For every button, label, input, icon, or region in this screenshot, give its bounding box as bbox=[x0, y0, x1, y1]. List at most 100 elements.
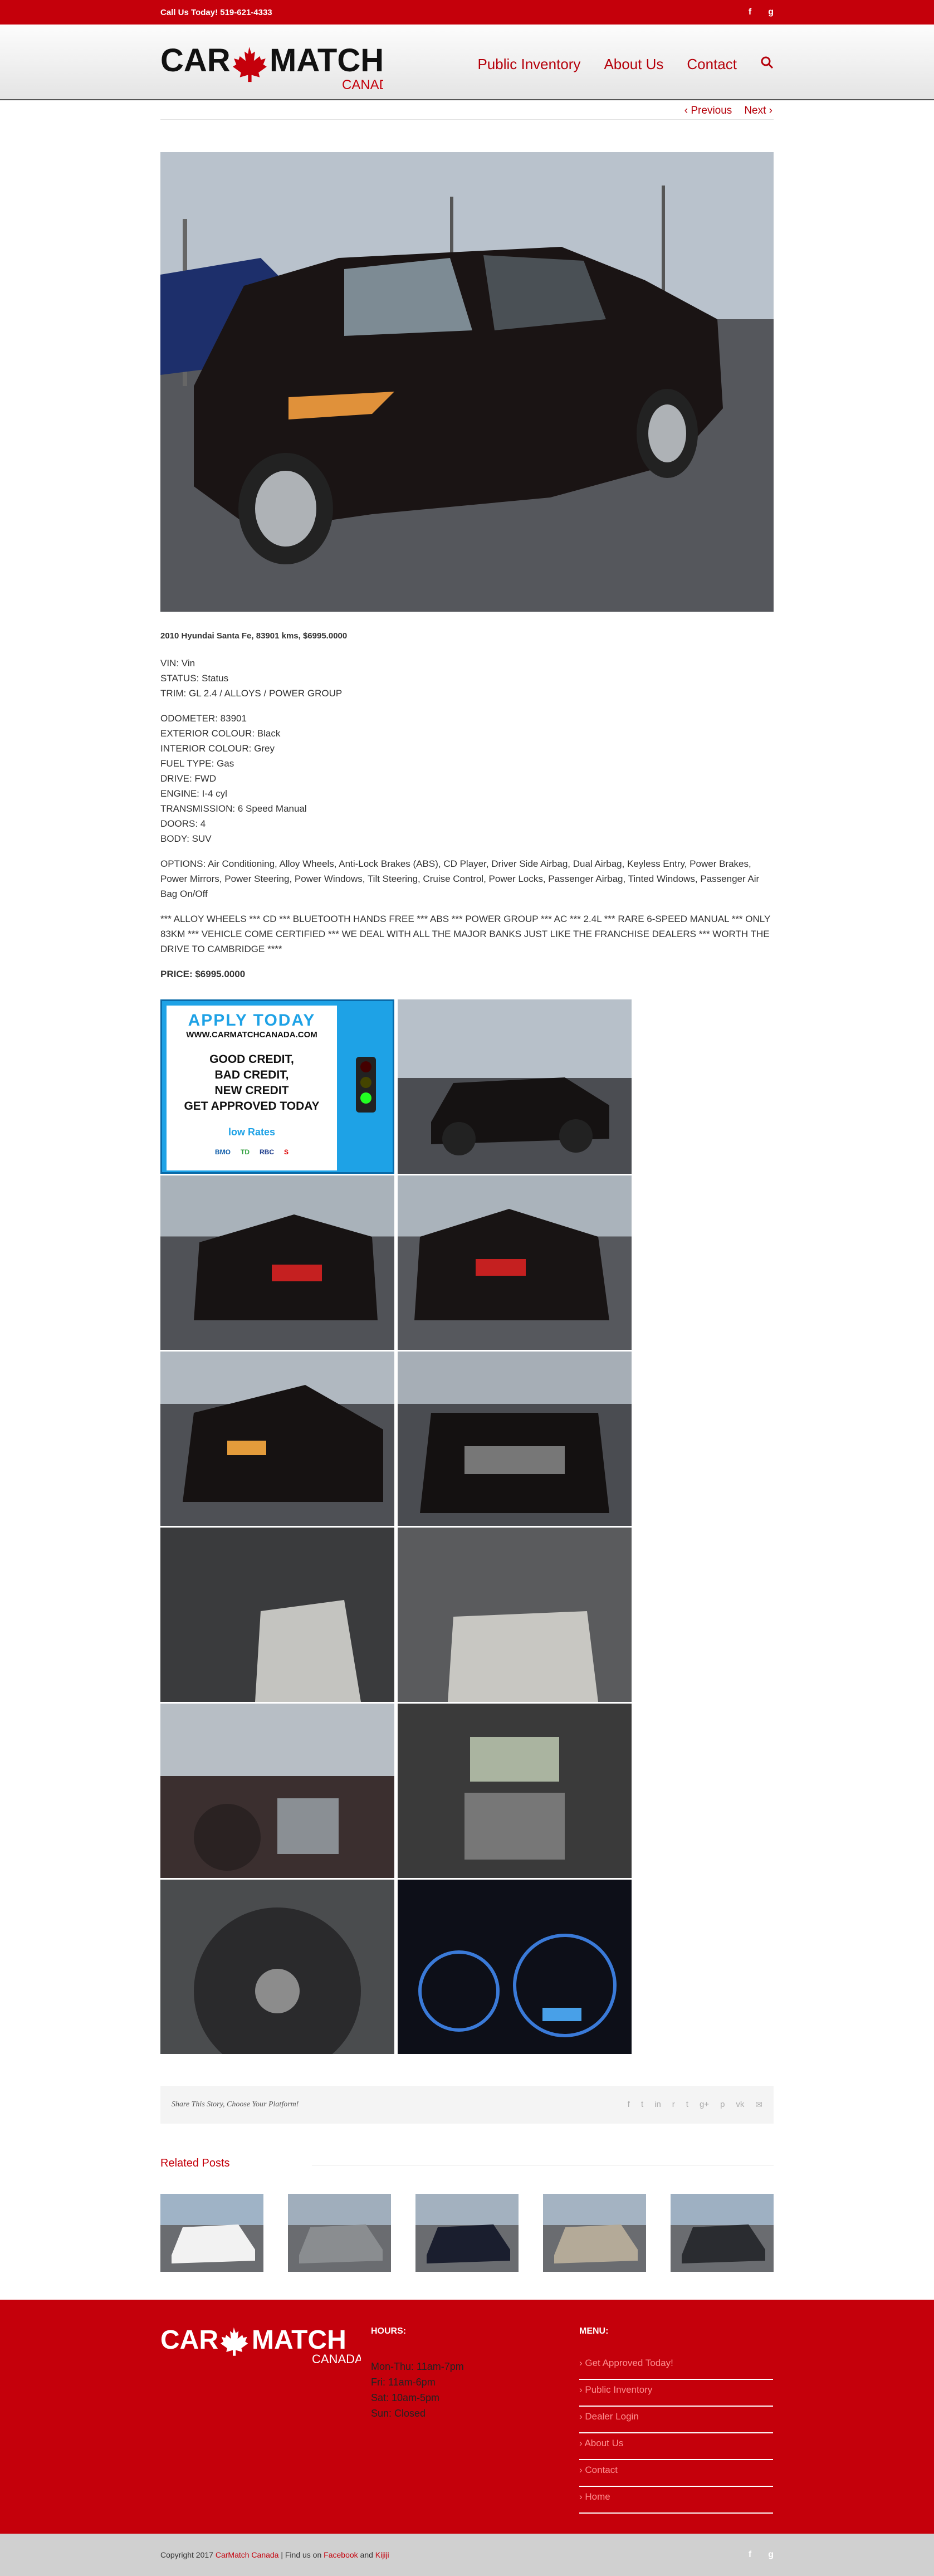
related-post[interactable] bbox=[415, 2194, 519, 2272]
brand-link[interactable]: CarMatch Canada bbox=[216, 2550, 279, 2559]
gallery-photo[interactable] bbox=[398, 1352, 632, 1526]
facebook-icon[interactable]: f bbox=[749, 2550, 751, 2560]
transmission-line: TRANSMISSION: 6 Speed Manual bbox=[160, 803, 307, 814]
share-bar: Share This Story, Choose Your Platform! … bbox=[160, 2086, 774, 2124]
gallery-photo[interactable] bbox=[398, 1880, 632, 2054]
menu-title: MENU: bbox=[579, 2326, 609, 2336]
nav-about-us[interactable]: About Us bbox=[604, 56, 663, 73]
bottom-bar: Copyright 2017 CarMatch Canada | Find us… bbox=[0, 2534, 934, 2576]
doors-line: DOORS: 4 bbox=[160, 818, 206, 829]
next-link[interactable]: Next › bbox=[744, 105, 772, 117]
traffic-light-icon bbox=[356, 1057, 376, 1113]
linkedin-share-icon[interactable]: in bbox=[654, 2100, 661, 2110]
site-header: CAR MATCH CANADA Public Inventory About … bbox=[0, 25, 934, 100]
photo-gallery: APPLY TODAY WWW.CARMATCHCANADA.COM GOOD … bbox=[160, 999, 632, 2054]
gallery-photo[interactable] bbox=[160, 1528, 394, 1702]
hours-line: Fri: 11am-6pm bbox=[371, 2377, 436, 2388]
pinterest-share-icon[interactable]: p bbox=[720, 2100, 725, 2110]
maple-leaf-icon bbox=[233, 47, 267, 82]
footer-menu: › Get Approved Today! › Public Inventory… bbox=[579, 2353, 773, 2514]
tumblr-share-icon[interactable]: t bbox=[686, 2100, 688, 2110]
carmatch-logo[interactable]: CAR MATCH CANADA bbox=[160, 41, 398, 108]
footer-logo-match: MATCH bbox=[252, 2325, 346, 2355]
menu-home[interactable]: › Home bbox=[579, 2487, 773, 2514]
hours-line: Mon-Thu: 11am-7pm bbox=[371, 2361, 464, 2372]
engine-line: ENGINE: I-4 cyl bbox=[160, 788, 227, 799]
gallery-photo[interactable] bbox=[398, 999, 632, 1174]
options-text: OPTIONS: Air Conditioning, Alloy Wheels,… bbox=[160, 858, 760, 899]
share-icons: f t in r t g+ p vk ✉ bbox=[628, 2100, 762, 2110]
find-us-text: | Find us on bbox=[278, 2550, 324, 2559]
main-nav: Public Inventory About Us Contact bbox=[477, 56, 774, 73]
nav-public-inventory[interactable]: Public Inventory bbox=[477, 56, 580, 73]
drive-line: DRIVE: FWD bbox=[160, 773, 217, 784]
related-posts bbox=[160, 2194, 774, 2272]
copyright-text: Copyright 2017 bbox=[160, 2550, 213, 2559]
footer-logo-canada: CANADA bbox=[312, 2352, 361, 2366]
menu-contact[interactable]: › Contact bbox=[579, 2460, 773, 2487]
related-post[interactable] bbox=[543, 2194, 646, 2272]
td-logo: TD bbox=[240, 1148, 250, 1156]
related-post[interactable] bbox=[288, 2194, 391, 2272]
menu-get-approved[interactable]: › Get Approved Today! bbox=[579, 2353, 773, 2380]
and-text: and bbox=[358, 2550, 375, 2559]
gallery-photo[interactable] bbox=[398, 1175, 632, 1350]
apply-rates: low Rates bbox=[228, 1126, 276, 1138]
apply-line: GET APPROVED TODAY bbox=[184, 1100, 320, 1113]
exterior-line: EXTERIOR COLOUR: Black bbox=[160, 728, 281, 739]
trim-line: TRIM: GL 2.4 / ALLOYS / POWER GROUP bbox=[160, 688, 343, 699]
bottom-social: f g bbox=[749, 2550, 774, 2560]
vehicle-details: 2010 Hyundai Santa Fe, 83901 kms, $6995.… bbox=[160, 628, 774, 992]
rbc-logo: RBC bbox=[259, 1148, 274, 1156]
footer-logo[interactable]: CAR MATCH CANADA bbox=[160, 2324, 363, 2377]
google-plus-icon[interactable]: g bbox=[768, 2550, 774, 2560]
share-label: Share This Story, Choose Your Platform! bbox=[172, 2100, 299, 2109]
top-bar: Call Us Today! 519-621-4333 f g bbox=[0, 0, 934, 25]
footer-logo-car: CAR bbox=[160, 2325, 218, 2355]
google-plus-icon[interactable]: g bbox=[768, 7, 774, 17]
gallery-photo[interactable] bbox=[398, 1528, 632, 1702]
apply-headline: APPLY TODAY bbox=[188, 1011, 316, 1030]
main-vehicle-photo[interactable] bbox=[160, 152, 774, 612]
twitter-share-icon[interactable]: t bbox=[641, 2100, 643, 2110]
fuel-line: FUEL TYPE: Gas bbox=[160, 758, 234, 769]
apply-today-ad[interactable]: APPLY TODAY WWW.CARMATCHCANADA.COM GOOD … bbox=[160, 999, 394, 1174]
vin-line: VIN: Vin bbox=[160, 658, 195, 669]
google-plus-share-icon[interactable]: g+ bbox=[700, 2100, 709, 2110]
phone-text[interactable]: Call Us Today! 519-621-4333 bbox=[160, 8, 272, 17]
facebook-share-icon[interactable]: f bbox=[628, 2100, 630, 2110]
bmo-logo: BMO bbox=[214, 1148, 231, 1156]
related-posts-title: Related Posts bbox=[160, 2157, 230, 2169]
apply-line: NEW CREDIT bbox=[214, 1084, 289, 1097]
menu-about-us[interactable]: › About Us bbox=[579, 2433, 773, 2460]
search-icon[interactable] bbox=[760, 56, 774, 73]
hours-list: Mon-Thu: 11am-7pm Fri: 11am-6pm Sat: 10a… bbox=[371, 2359, 464, 2421]
logo-car: CAR bbox=[160, 42, 231, 79]
interior-line: INTERIOR COLOUR: Grey bbox=[160, 743, 275, 754]
hours-line: Sat: 10am-5pm bbox=[371, 2392, 440, 2403]
apply-line: BAD CREDIT, bbox=[214, 1069, 289, 1081]
vk-share-icon[interactable]: vk bbox=[736, 2100, 744, 2110]
gallery-photo[interactable] bbox=[398, 1704, 632, 1878]
previous-link[interactable]: ‹ Previous bbox=[684, 105, 732, 117]
site-footer: CAR MATCH CANADA HOURS: MENU: bbox=[0, 2300, 934, 2534]
reddit-share-icon[interactable]: r bbox=[672, 2100, 675, 2110]
top-social: f g bbox=[749, 7, 774, 17]
facebook-icon[interactable]: f bbox=[749, 7, 751, 17]
status-line: STATUS: Status bbox=[160, 673, 229, 684]
gallery-photo[interactable] bbox=[160, 1704, 394, 1878]
menu-dealer-login[interactable]: › Dealer Login bbox=[579, 2407, 773, 2433]
facebook-link[interactable]: Facebook bbox=[324, 2550, 358, 2559]
menu-public-inventory[interactable]: › Public Inventory bbox=[579, 2380, 773, 2407]
related-post[interactable] bbox=[671, 2194, 774, 2272]
apply-url: WWW.CARMATCHCANADA.COM bbox=[186, 1030, 317, 1040]
gallery-photo[interactable] bbox=[160, 1880, 394, 2054]
highlights-text: *** ALLOY WHEELS *** CD *** BLUETOOTH HA… bbox=[160, 914, 770, 954]
gallery-photo[interactable] bbox=[160, 1175, 394, 1350]
scotiabank-logo: S bbox=[283, 1148, 288, 1156]
related-post[interactable] bbox=[160, 2194, 263, 2272]
gallery-photo[interactable] bbox=[160, 1352, 394, 1526]
nav-contact[interactable]: Contact bbox=[687, 56, 737, 73]
kijiji-link[interactable]: Kijiji bbox=[375, 2550, 389, 2559]
email-share-icon[interactable]: ✉ bbox=[755, 2100, 762, 2110]
